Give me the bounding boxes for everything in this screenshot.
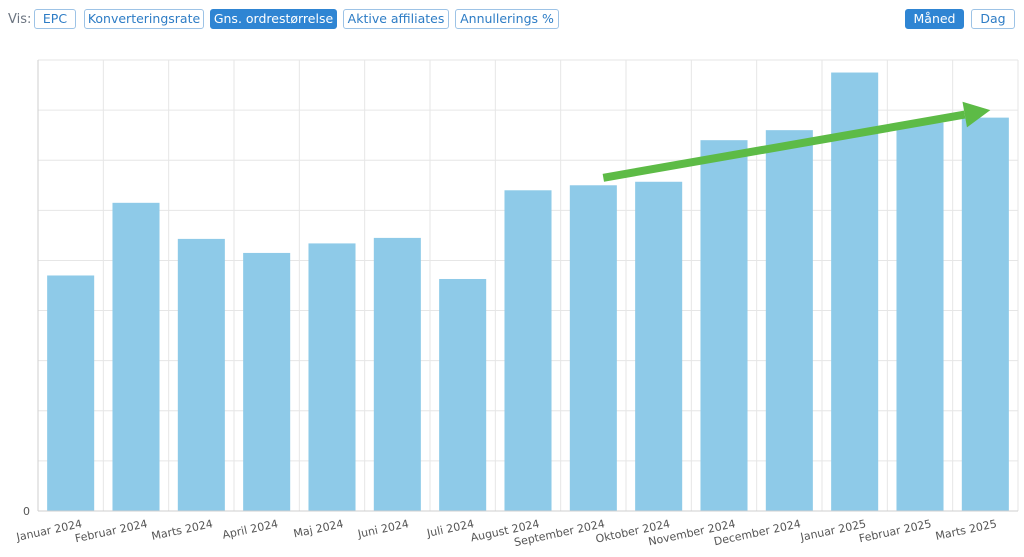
bar[interactable]	[439, 278, 487, 511]
bar[interactable]	[373, 237, 421, 511]
bar[interactable]	[243, 252, 291, 511]
bar[interactable]	[177, 238, 225, 511]
x-tick-label: April 2024	[221, 517, 279, 541]
x-tick-label: Marts 2024	[150, 517, 214, 543]
bar[interactable]	[308, 243, 356, 511]
bar[interactable]	[504, 190, 552, 512]
bar[interactable]	[112, 202, 160, 512]
bar[interactable]	[961, 117, 1009, 511]
bar[interactable]	[47, 275, 95, 511]
bar[interactable]	[765, 130, 813, 511]
x-tick-label: Februar 2025	[858, 517, 933, 545]
x-tick-label: Juli 2024	[425, 517, 475, 540]
x-tick-label: Juni 2024	[356, 517, 410, 541]
bar[interactable]	[896, 122, 944, 511]
bar-chart: Januar 2024Februar 2024 Marts 2024 April 2…	[14, 59, 1019, 549]
bar[interactable]	[569, 185, 617, 511]
bar[interactable]	[635, 181, 683, 511]
x-tick-label: Maj 2024	[292, 517, 344, 540]
x-tick-label: Februar 2024	[74, 517, 149, 545]
y-tick-label: 0	[23, 505, 30, 518]
x-tick-label: Marts 2025	[934, 517, 998, 543]
x-tick-label: Januar 2024	[14, 517, 83, 544]
bar[interactable]	[700, 140, 748, 511]
x-tick-label: Januar 2025	[798, 517, 867, 544]
